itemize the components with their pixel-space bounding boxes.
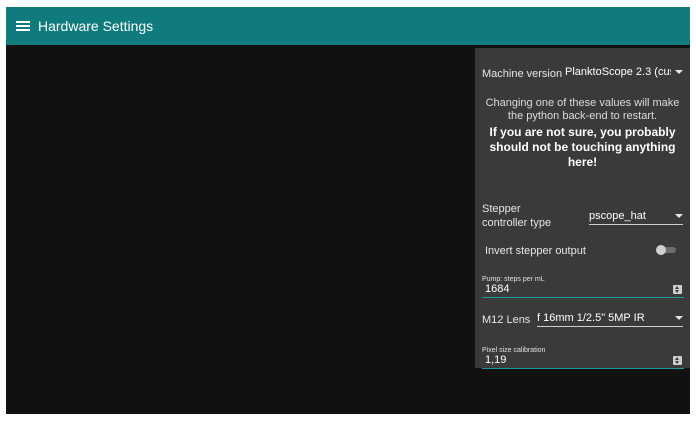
toggle-thumb	[656, 245, 666, 255]
stepper-spinner-icon[interactable]	[673, 356, 682, 365]
warning-strong-text: If you are not sure, you probably should…	[489, 125, 676, 169]
stepper-controller-value: pscope_hat	[589, 210, 646, 222]
restart-warning: Changing one of these values will make t…	[479, 97, 686, 170]
hamburger-menu-icon[interactable]	[16, 21, 30, 31]
hardware-settings-panel: Machine version PlanktoScope 2.3 (custo.…	[475, 48, 690, 369]
m12-lens-value: f 16mm 1/2.5" 5MP IR	[537, 312, 645, 324]
chevron-down-icon	[675, 316, 683, 320]
machine-version-select[interactable]: PlanktoScope 2.3 (custo...	[565, 66, 683, 80]
chevron-down-icon	[675, 214, 683, 218]
stepper-spinner-icon[interactable]	[673, 285, 682, 294]
m12-lens-select[interactable]: f 16mm 1/2.5" 5MP IR	[537, 312, 683, 327]
stepper-controller-select[interactable]: pscope_hat	[589, 210, 683, 225]
pixel-size-field[interactable]: Pixel size calibration 1,19	[482, 347, 684, 369]
pixel-size-value: 1,19	[485, 354, 507, 366]
app-window: Hardware Settings Machine version Plankt…	[6, 7, 690, 414]
app-header: Hardware Settings	[6, 7, 690, 45]
machine-version-label: Machine version	[482, 68, 563, 80]
chevron-down-icon	[675, 70, 683, 74]
invert-stepper-toggle[interactable]	[656, 245, 678, 255]
page-title: Hardware Settings	[38, 18, 154, 34]
pump-steps-label: Pump: steps per mL	[482, 276, 545, 283]
invert-stepper-label: Invert stepper output	[485, 245, 586, 257]
pump-steps-value: 1684	[485, 283, 510, 295]
pump-steps-field[interactable]: Pump: steps per mL 1684	[482, 276, 684, 298]
pixel-size-label: Pixel size calibration	[482, 347, 546, 354]
warning-text: Changing one of these values will make t…	[485, 97, 680, 122]
stepper-controller-label: Stepper controller type	[482, 203, 552, 229]
machine-version-value: PlanktoScope 2.3 (custo...	[565, 66, 671, 78]
m12-lens-label: M12 Lens	[482, 314, 531, 326]
